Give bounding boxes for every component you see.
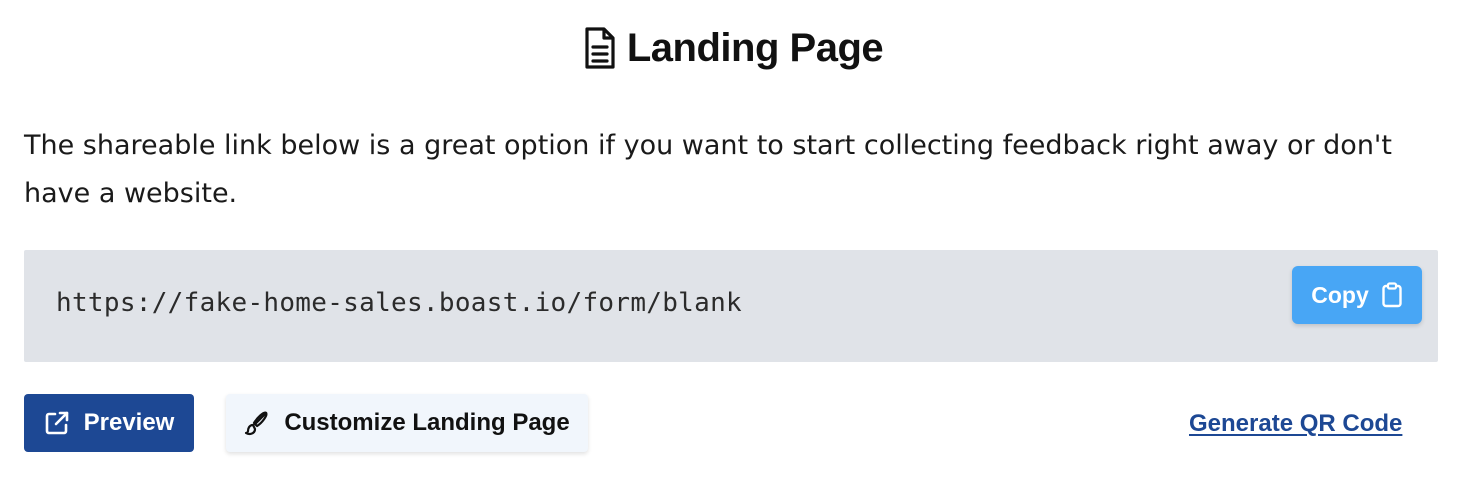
page-title-row: Landing Page — [0, 18, 1466, 78]
preview-button-label: Preview — [83, 409, 175, 436]
clipboard-icon — [1381, 282, 1403, 308]
generate-qr-code-link[interactable]: Generate QR Code — [1189, 410, 1402, 438]
page-title: Landing Page — [626, 25, 884, 70]
document-icon — [583, 26, 617, 70]
customize-button-label: Customize Landing Page — [284, 409, 570, 436]
share-link-box: https://fake-home-sales.boast.io/form/bl… — [24, 250, 1438, 362]
share-link-url[interactable]: https://fake-home-sales.boast.io/form/bl… — [56, 288, 742, 318]
external-link-icon — [44, 410, 70, 436]
description-text: The shareable link below is a great opti… — [24, 130, 1392, 209]
copy-button-label: Copy — [1311, 281, 1369, 308]
customize-landing-page-button[interactable]: Customize Landing Page — [226, 394, 588, 452]
landing-page-panel: Landing Page The shareable link below is… — [0, 0, 1466, 488]
paintbrush-icon — [244, 410, 270, 436]
copy-button[interactable]: Copy — [1292, 266, 1422, 324]
preview-button[interactable]: Preview — [24, 394, 194, 452]
